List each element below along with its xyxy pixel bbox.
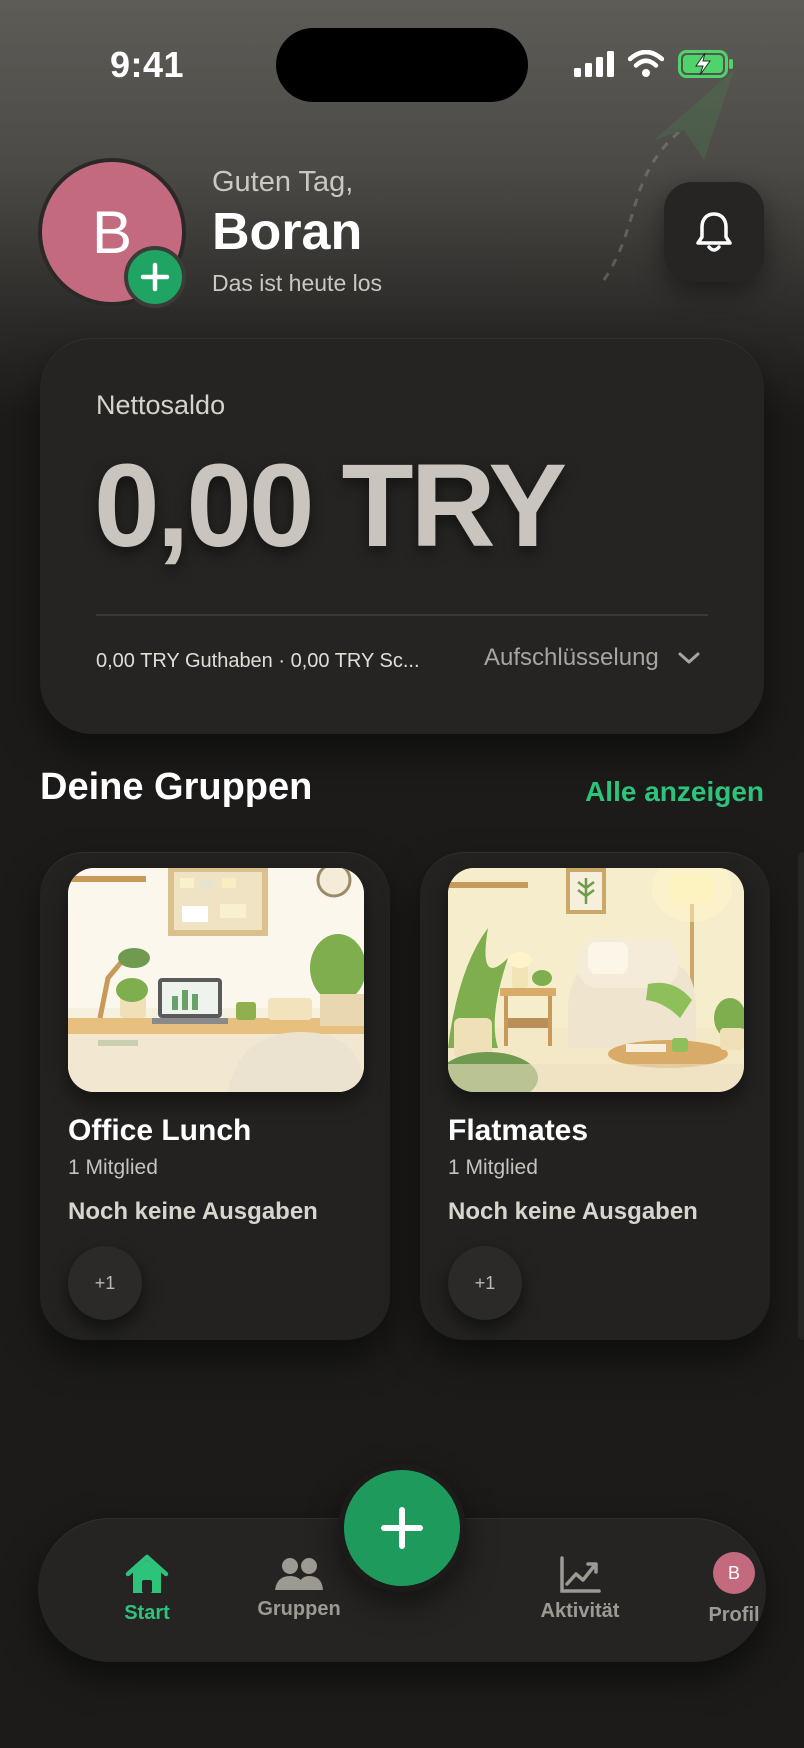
nav-label: Aktivität — [540, 1600, 620, 1622]
nav-label: Gruppen — [257, 1598, 341, 1620]
balance-label: Nettosaldo — [96, 390, 226, 420]
group-image-living-room — [448, 868, 744, 1092]
greeting-text: Guten Tag, — [212, 166, 354, 198]
dynamic-island — [276, 28, 528, 102]
home-icon — [125, 1554, 169, 1593]
cellular-signal-icon — [574, 51, 614, 77]
show-all-groups-link[interactable]: Alle anzeigen — [585, 776, 764, 808]
status-icons — [574, 50, 734, 78]
chevron-down-icon — [678, 652, 700, 664]
member-count-chip: +1 — [448, 1246, 522, 1320]
group-members: 1 Mitglied — [448, 1156, 538, 1179]
balance-card: Nettosaldo 0,00 TRY 0,00 TRY Guthaben · … — [40, 338, 764, 734]
plus-icon — [381, 1507, 423, 1549]
balance-divider — [96, 614, 708, 616]
avatar: B — [713, 1552, 755, 1594]
nav-label: Start — [124, 1602, 170, 1624]
balance-detail: 0,00 TRY Guthaben · 0,00 TRY Sc... — [96, 650, 420, 672]
group-card-flatmates[interactable]: Flatmates 1 Mitglied Noch keine Ausgaben… — [420, 852, 770, 1340]
group-status: Noch keine Ausgaben — [68, 1198, 318, 1225]
header-subtitle: Das ist heute los — [212, 270, 383, 296]
avatar-initial: B — [727, 1562, 740, 1583]
group-image-office — [68, 868, 364, 1092]
plus-icon — [140, 262, 170, 292]
battery-charging-icon — [678, 50, 733, 78]
people-icon — [275, 1558, 323, 1590]
group-name: Flatmates — [448, 1114, 589, 1147]
breakdown-label: Aufschlüsselung — [484, 644, 659, 671]
group-members: 1 Mitglied — [68, 1156, 158, 1179]
groups-section-title: Deine Gruppen — [40, 766, 313, 808]
add-photo-button[interactable] — [124, 246, 186, 308]
nav-label: Profil — [708, 1604, 760, 1626]
wifi-icon — [628, 50, 664, 77]
user-name: Boran — [212, 203, 363, 261]
status-bar: 9:41 — [0, 0, 804, 120]
nav-profile[interactable]: B Profil — [654, 1518, 804, 1662]
next-group-card-peek[interactable] — [798, 852, 804, 1340]
avatar-initial: B — [91, 198, 133, 266]
breakdown-toggle[interactable]: Aufschlüsselung — [484, 644, 701, 672]
group-status: Noch keine Ausgaben — [448, 1198, 698, 1225]
group-card-office-lunch[interactable]: Office Lunch 1 Mitglied Noch keine Ausga… — [40, 852, 390, 1340]
status-time: 9:41 — [110, 44, 185, 85]
balance-amount: 0,00 TRY — [94, 440, 567, 572]
notifications-button[interactable] — [664, 182, 764, 282]
bell-icon — [696, 212, 732, 252]
group-name: Office Lunch — [68, 1114, 252, 1147]
chart-line-icon — [560, 1556, 601, 1593]
member-count-chip: +1 — [68, 1246, 142, 1320]
add-expense-button[interactable] — [338, 1464, 466, 1592]
